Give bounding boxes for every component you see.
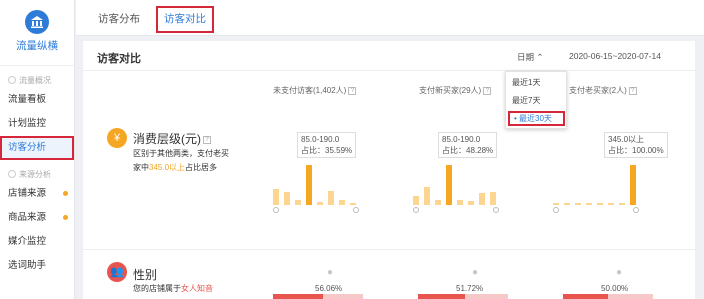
chart-bar: [608, 203, 614, 205]
column-new-buyers: 支付新买家(29人)?: [419, 85, 492, 96]
sidebar-item-visitor-analysis[interactable]: 访客分析: [0, 136, 74, 160]
chart-bar: [457, 199, 463, 205]
row-title-spend: 消费层级(元)?: [133, 130, 211, 147]
chart-bar: [446, 165, 452, 205]
row-desc-spend: 区别于其他两类，支付老买 家中345.0以上占比居多: [133, 149, 229, 172]
bar-chart-unpaid: [273, 165, 363, 205]
chart-bar: [424, 186, 430, 205]
chart-bar: [317, 201, 323, 205]
chart-bar: [619, 203, 625, 205]
help-icon[interactable]: ?: [628, 86, 637, 95]
person-icon: ●: [471, 267, 479, 278]
chart-tooltip: 85.0-190.0 占比：35.59%: [297, 132, 357, 158]
tab-visitor-compare[interactable]: 访客对比: [156, 6, 214, 33]
logo-text: 流量纵横: [16, 40, 58, 52]
axis-end-icon: [353, 207, 359, 213]
chart-bar: [564, 203, 570, 205]
sidebar-item-plan-monitor[interactable]: 计划监控: [0, 112, 74, 136]
compare-panel: 访客对比 日期 ⌃ 2020-06-15~2020-07-14 未支付访客(1,…: [83, 41, 695, 299]
chart-tooltip: 85.0-190.0 占比：48.28%: [438, 132, 498, 158]
gender-percent: 56.06%: [315, 284, 343, 293]
notification-dot: [63, 215, 68, 220]
chart-bar: [273, 189, 279, 205]
axis-start-icon: [553, 207, 559, 213]
yen-icon: ¥: [107, 128, 127, 148]
chart-bar: [553, 203, 559, 205]
chart-bar: [630, 165, 636, 205]
sidebar-item-media-monitor[interactable]: 媒介监控: [0, 230, 74, 254]
date-dropdown: 最近1天 最近7天 • 最近30天: [505, 71, 567, 129]
option-last-30-days[interactable]: • 最近30天: [508, 111, 565, 126]
notification-dot: [63, 191, 68, 196]
chart-bar: [575, 203, 581, 205]
row-title-gender: 性别: [133, 268, 158, 282]
chart-bar: [328, 191, 334, 205]
option-last-1-day[interactable]: 最近1天: [512, 77, 540, 88]
sidebar-item-product-source[interactable]: 商品来源: [0, 206, 74, 230]
column-old-buyers: 支付老买家(2人)?: [569, 85, 637, 96]
chart-bar: [413, 195, 419, 205]
option-last-7-days[interactable]: 最近7天: [512, 95, 540, 106]
chart-bar: [284, 192, 290, 205]
chart-bar: [350, 202, 356, 205]
chart-bar: [468, 200, 474, 205]
chart-bar: [295, 199, 301, 205]
bar-chart-new: [413, 165, 503, 205]
date-range: 2020-06-15~2020-07-14: [569, 51, 661, 61]
users-icon: 👥: [107, 262, 127, 282]
chevron-up-icon: ⌃: [536, 52, 544, 62]
gender-percent: 50.00%: [601, 284, 629, 293]
chart-bar: [479, 193, 485, 205]
chart-bar: [490, 192, 496, 205]
person-icon: ●: [326, 267, 334, 278]
chart-bar: [586, 203, 592, 205]
row-desc-gender: 您的店铺属于女人知音: [133, 284, 213, 293]
sidebar-item-dashboard[interactable]: 流量看板: [0, 88, 74, 112]
chart-bar: [435, 199, 441, 205]
bank-icon: [25, 10, 49, 34]
sidebar: 流量纵横 流量概况 流量看板 计划监控 访客分析 来源分析 店铺来源 商品来源 …: [0, 0, 75, 299]
help-icon[interactable]: ?: [483, 86, 492, 95]
logo: 流量纵横: [0, 0, 74, 66]
chart-bar: [597, 203, 603, 205]
nav-section-overview: 流量概况: [0, 72, 74, 88]
help-icon[interactable]: ?: [203, 135, 211, 144]
panel-header: 访客对比 日期 ⌃ 2020-06-15~2020-07-14: [83, 41, 695, 71]
tab-visitor-distribution[interactable]: 访客分布: [92, 6, 146, 33]
gender-bar: [563, 294, 653, 299]
row-divider: [83, 249, 695, 250]
axis-start-icon: [273, 207, 279, 213]
chart-bar: [339, 199, 345, 205]
section-icon: [8, 76, 16, 84]
person-icon: ●: [615, 267, 623, 278]
sidebar-item-shop-source[interactable]: 店铺来源: [0, 182, 74, 206]
column-unpaid-visitors: 未支付访客(1,402人)?: [273, 85, 357, 96]
axis-start-icon: [413, 207, 419, 213]
section-icon: [8, 170, 16, 178]
axis-end-icon: [493, 207, 499, 213]
axis-end-icon: [633, 207, 639, 213]
gender-bar: [273, 294, 363, 299]
tab-bar: 访客分布 访客对比: [76, 0, 704, 36]
chart-tooltip: 345.0以上 占比：100.00%: [604, 132, 668, 158]
panel-title: 访客对比: [97, 53, 141, 65]
date-selector[interactable]: 日期 ⌃: [517, 51, 544, 63]
gender-bar: [418, 294, 508, 299]
bar-chart-old: [553, 165, 643, 205]
nav-section-source: 来源分析: [0, 166, 74, 182]
sidebar-item-keyword-helper[interactable]: 选词助手: [0, 254, 74, 278]
gender-percent: 51.72%: [456, 284, 484, 293]
chart-bar: [306, 165, 312, 205]
help-icon[interactable]: ?: [348, 86, 357, 95]
